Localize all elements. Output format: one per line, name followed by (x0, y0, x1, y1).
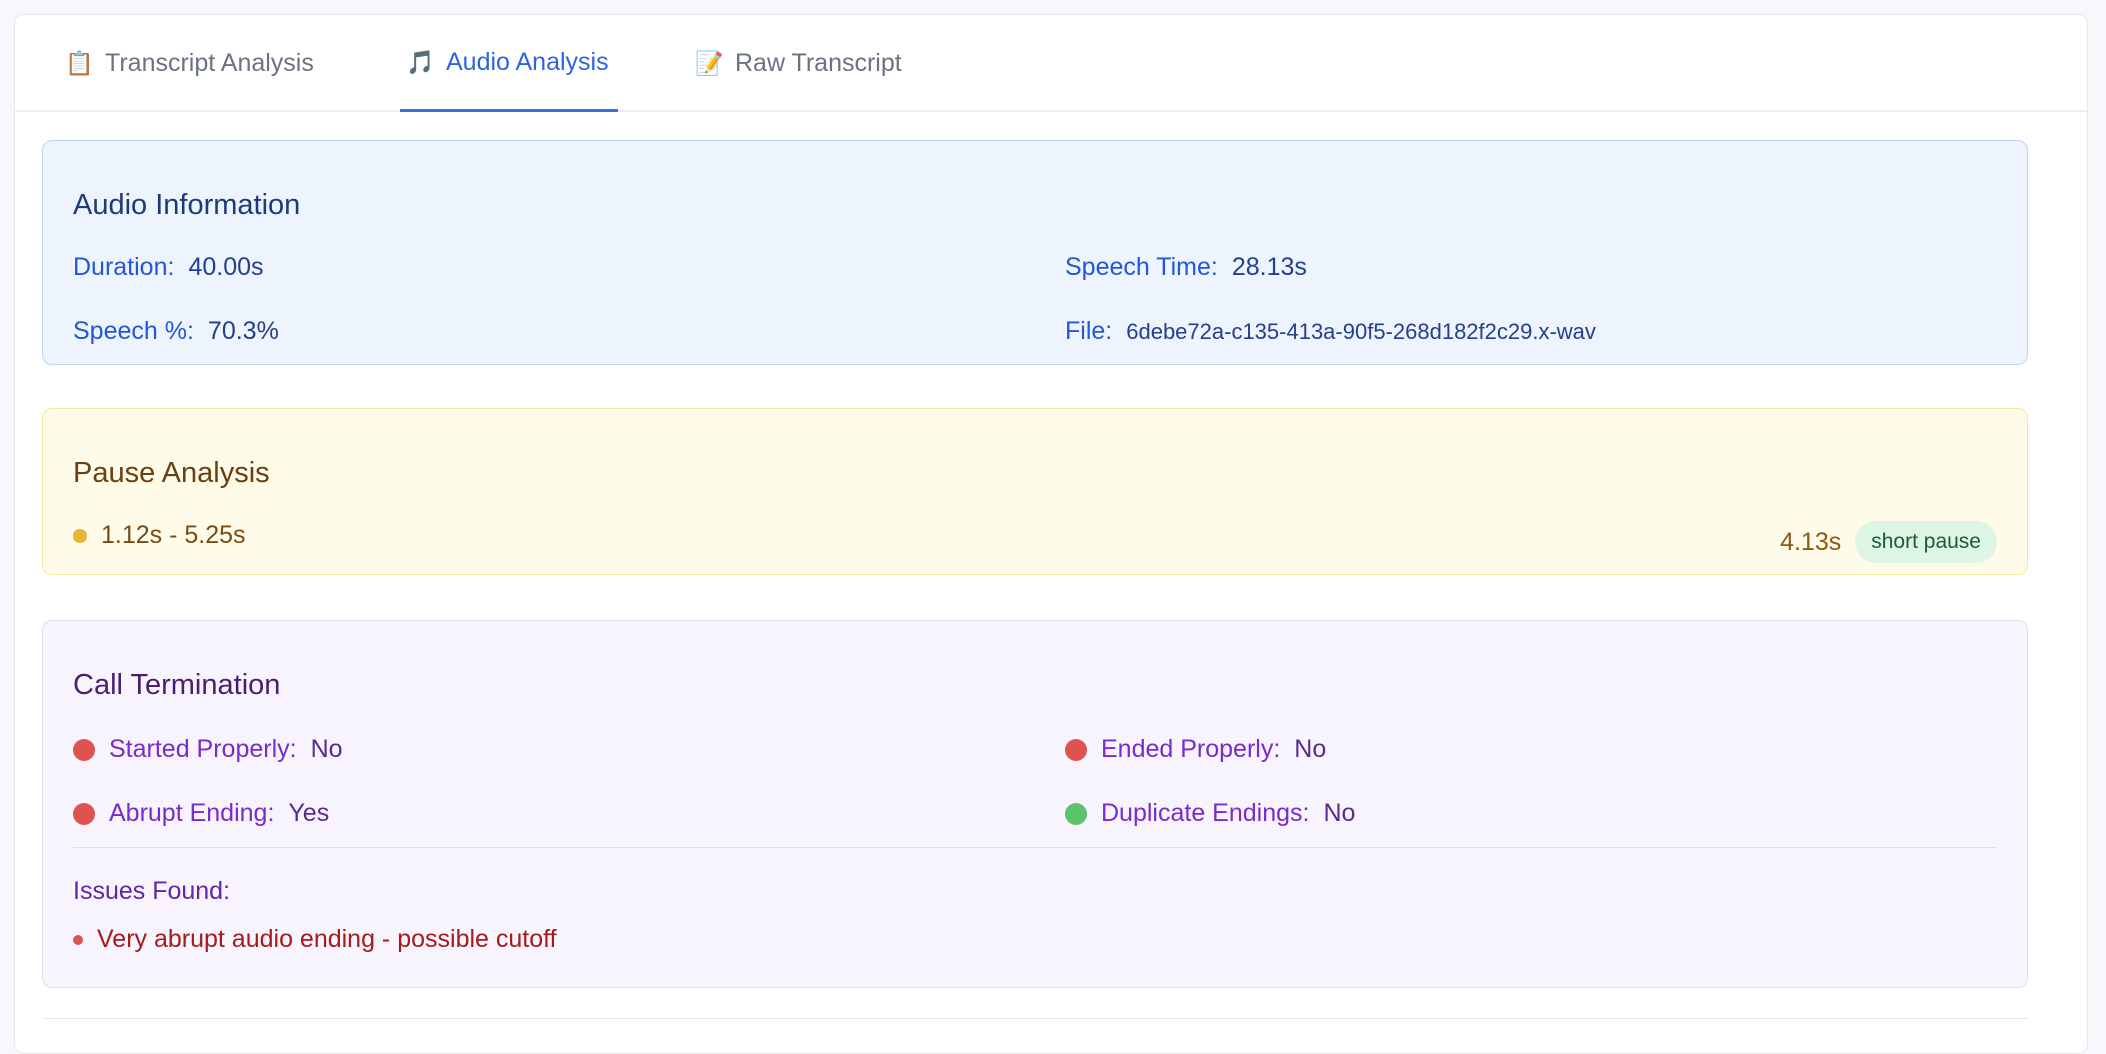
speech-percent-label: Speech %: (73, 317, 194, 345)
issue-item: Very abrupt audio ending - possible cuto… (73, 925, 557, 954)
status-bad-icon (1065, 738, 1087, 761)
duplicate-endings-value: No (1323, 799, 1356, 827)
pause-analysis-card: Pause Analysis 1.12s - 5.25s 4.13s short… (42, 408, 2028, 575)
pause-duration: 4.13s (1780, 527, 1842, 556)
speech-percent-field: Speech %: 70.3% (73, 317, 279, 346)
tab-bar: 📋 Transcript Analysis 🎵 Audio Analysis 📝… (15, 15, 2087, 112)
pause-dot-icon (73, 528, 87, 543)
next-section-divider (42, 1018, 2028, 1019)
pause-item: 1.12s - 5.25s (73, 521, 246, 550)
tab-label: Transcript Analysis (105, 49, 314, 77)
status-good-icon (1065, 802, 1087, 825)
divider (73, 847, 1997, 848)
pause-range: 1.12s - 5.25s (101, 521, 246, 549)
started-properly-field: Started Properly: No (73, 735, 343, 764)
bullet-icon (73, 934, 83, 945)
clipboard-icon: 📋 (65, 50, 94, 76)
speech-time-label: Speech Time: (1065, 253, 1218, 281)
tab-raw-transcript[interactable]: 📝 Raw Transcript (695, 15, 902, 112)
file-label: File: (1065, 317, 1113, 345)
call-termination-title: Call Termination (73, 669, 281, 701)
status-bad-icon (73, 802, 95, 825)
ended-properly-label: Ended Properly: (1101, 735, 1281, 763)
file-field: File: 6debe72a-c135-413a-90f5-268d182f2c… (1065, 317, 1596, 346)
issues-found-title: Issues Found: (73, 877, 231, 905)
audio-information-title: Audio Information (73, 189, 301, 221)
duration-label: Duration: (73, 253, 175, 281)
ended-properly-value: No (1294, 735, 1327, 763)
started-properly-value: No (310, 735, 343, 763)
duplicate-endings-field: Duplicate Endings: No (1065, 799, 1355, 828)
issue-text: Very abrupt audio ending - possible cuto… (97, 925, 557, 953)
pause-type-badge: short pause (1855, 521, 1997, 563)
tab-label: Raw Transcript (735, 49, 902, 77)
ended-properly-field: Ended Properly: No (1065, 735, 1326, 764)
audio-information-card: Audio Information Duration: 40.00s Speec… (42, 140, 2028, 365)
pause-meta: 4.13s short pause (1780, 521, 1997, 563)
speech-time-value: 28.13s (1231, 253, 1307, 281)
memo-icon: 📝 (695, 50, 724, 76)
speech-time-field: Speech Time: 28.13s (1065, 253, 1307, 282)
tab-audio-analysis[interactable]: 🎵 Audio Analysis (400, 15, 618, 112)
call-termination-card: Call Termination Started Properly: No En… (42, 620, 2028, 988)
duration-field: Duration: 40.00s (73, 253, 264, 282)
status-bad-icon (73, 738, 95, 761)
pause-analysis-title: Pause Analysis (73, 457, 270, 489)
speech-percent-value: 70.3% (207, 317, 279, 345)
abrupt-ending-field: Abrupt Ending: Yes (73, 799, 329, 828)
abrupt-ending-value: Yes (288, 799, 330, 827)
abrupt-ending-label: Abrupt Ending: (109, 799, 275, 827)
duration-value: 40.00s (188, 253, 264, 281)
duplicate-endings-label: Duplicate Endings: (1101, 799, 1310, 827)
tab-label: Audio Analysis (446, 47, 609, 76)
tab-transcript-analysis[interactable]: 📋 Transcript Analysis (65, 15, 314, 112)
file-value: 6debe72a-c135-413a-90f5-268d182f2c29.x-w… (1126, 318, 1596, 344)
started-properly-label: Started Properly: (109, 735, 297, 763)
music-note-icon: 🎵 (406, 48, 435, 75)
